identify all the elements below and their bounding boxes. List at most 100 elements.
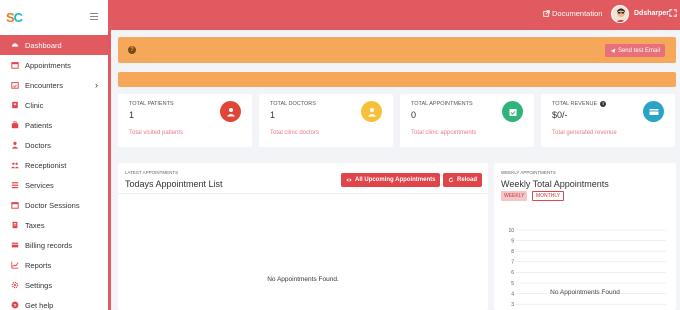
- chart-icon: [10, 261, 19, 270]
- send-test-email-button[interactable]: Send test Email: [604, 44, 665, 57]
- sidebar-item-patients[interactable]: Patients: [0, 115, 108, 135]
- stat-value: 1: [129, 110, 135, 120]
- latest-appointments-label: LATEST APPOINTMENTS: [125, 170, 179, 175]
- stat-label: TOTAL REVENUE i: [552, 101, 607, 107]
- sidebar-nav: Dashboard Appointments Encounters › Clinic Pa…: [0, 35, 108, 310]
- logo[interactable]: S C: [0, 0, 108, 35]
- sidebar-item-receptionist[interactable]: Receptionist: [0, 155, 108, 175]
- sidebar-item-taxes[interactable]: Taxes: [0, 215, 108, 235]
- stat-value: 1: [270, 110, 276, 120]
- calendar-icon: [10, 201, 19, 210]
- y-tick-label: 9: [511, 238, 514, 244]
- sidebar-item-dashboard[interactable]: Dashboard: [0, 35, 108, 55]
- sidebar: S C Dashboard Appointments Encounters › Clin…: [0, 0, 111, 310]
- user-name[interactable]: Ddsharper: [634, 10, 669, 17]
- sidebar-item-doctor-sessions[interactable]: Doctor Sessions: [0, 195, 108, 215]
- logo-letter-s: S: [6, 10, 15, 25]
- info-icon[interactable]: i: [600, 101, 607, 107]
- y-tick-label: 10: [508, 228, 514, 234]
- stat-subtext: Total visited patients: [129, 130, 184, 136]
- sidebar-item-appointments[interactable]: Appointments: [0, 55, 108, 75]
- sidebar-item-encounters[interactable]: Encounters ›: [0, 75, 108, 95]
- appointment-list-panel: LATEST APPOINTMENTS Todays Appointment L…: [118, 163, 488, 310]
- sidebar-item-clinic[interactable]: Clinic: [0, 95, 108, 115]
- paper-plane-icon: [610, 48, 616, 53]
- sidebar-item-reports[interactable]: Reports: [0, 255, 108, 275]
- chart-empty-message: No Appointments Found: [550, 289, 620, 296]
- stat-subtext: Total generated revenue: [552, 130, 617, 136]
- reload-button[interactable]: Reload: [443, 173, 483, 187]
- question-icon: ?: [128, 46, 136, 54]
- dashboard-icon: [10, 41, 19, 50]
- sidebar-item-label: Services: [25, 180, 54, 190]
- calendar-check-icon: [10, 81, 19, 90]
- calendar-icon: [10, 61, 19, 70]
- sidebar-item-settings[interactable]: Settings: [0, 275, 108, 295]
- sidebar-item-label: Dashboard: [25, 40, 62, 50]
- sidebar-item-label: Patients: [25, 120, 53, 130]
- sidebar-item-label: Taxes: [25, 220, 45, 230]
- help-icon: ?: [10, 301, 19, 310]
- total-appointments-card: TOTAL APPOINTMENTS 0 Total clinic appointm…: [400, 94, 534, 147]
- svg-text:?: ?: [13, 303, 16, 309]
- sidebar-item-label: Encounters: [25, 80, 63, 90]
- sidebar-item-label: Get help: [25, 300, 54, 310]
- sidebar-item-services[interactable]: Services: [0, 175, 108, 195]
- sidebar-item-label: Billing records: [25, 240, 73, 250]
- hospital-icon: [10, 101, 19, 110]
- documentation-link[interactable]: Documentation: [543, 9, 602, 18]
- all-upcoming-appointments-label: All Upcoming Appointments: [355, 177, 436, 183]
- all-upcoming-appointments-button[interactable]: All Upcoming Appointments: [341, 173, 441, 187]
- total-doctors-card: TOTAL DOCTORS 1 Total clinic doctors: [259, 94, 393, 147]
- users-icon: [10, 161, 19, 170]
- appointment-list-title: Todays Appointment List: [125, 179, 223, 189]
- sidebar-item-doctors[interactable]: Doctors: [0, 135, 108, 155]
- sidebar-item-label: Appointments: [25, 60, 71, 70]
- sidebar-item-label: Doctors: [25, 140, 51, 150]
- stat-label: TOTAL APPOINTMENTS: [411, 101, 473, 107]
- external-link-icon: [543, 10, 550, 17]
- no-appointments-message: No Appointments Found.: [267, 276, 339, 283]
- send-test-email-label: Send test Email: [617, 47, 660, 54]
- documentation-label: Documentation: [552, 9, 603, 18]
- chevron-right-icon: ›: [95, 80, 98, 90]
- avatar[interactable]: [611, 5, 629, 23]
- y-tick-label: 6: [511, 270, 514, 276]
- top-bar: Documentation Ddsharper: [111, 0, 680, 30]
- weekly-chart: 109876543: [508, 228, 666, 308]
- stat-label-text: TOTAL PATIENTS: [129, 101, 174, 107]
- appointments-icon: [502, 101, 523, 122]
- warning-alert: ? Send test Email: [118, 37, 676, 63]
- reload-label: Reload: [457, 177, 478, 183]
- stat-label: TOTAL DOCTORS: [270, 101, 316, 107]
- weekly-appointments-panel: WEEKLY APPOINTMENTS Weekly Total Appoint…: [494, 163, 676, 310]
- tab-weekly[interactable]: WEEKLY: [501, 191, 528, 201]
- sidebar-item-label: Reports: [25, 260, 52, 270]
- doctor-icon: [10, 141, 19, 150]
- y-tick-label: 8: [511, 249, 514, 255]
- total-patients-card: TOTAL PATIENTS 1 Total visited patients: [118, 94, 252, 147]
- weekly-appointments-label: WEEKLY APPOINTMENTS: [501, 170, 556, 175]
- divider: [118, 193, 488, 194]
- sidebar-item-label: Receptionist: [25, 160, 67, 170]
- warning-banner: [118, 72, 676, 87]
- sidebar-item-get-help[interactable]: ? Get help: [0, 295, 108, 310]
- y-tick-label: 7: [511, 260, 514, 266]
- eye-icon: [346, 178, 352, 182]
- y-tick-label: 5: [511, 281, 514, 287]
- gear-icon: [10, 281, 19, 290]
- stat-label: TOTAL PATIENTS: [129, 101, 174, 107]
- stat-value: $0/-: [552, 110, 568, 120]
- billing-icon: [10, 241, 19, 250]
- total-revenue-card: TOTAL REVENUE i $0/- Total generated revenu…: [541, 94, 675, 147]
- sidebar-item-label: Doctor Sessions: [25, 200, 80, 210]
- revenue-icon: [643, 101, 664, 122]
- stat-label-text: TOTAL REVENUE: [552, 101, 598, 107]
- stat-subtext: Total clinic doctors: [270, 130, 320, 136]
- y-tick-label: 3: [511, 302, 514, 308]
- menu-toggle-icon[interactable]: [90, 13, 98, 22]
- sidebar-item-billing-records[interactable]: Billing records: [0, 235, 108, 255]
- stat-label-text: TOTAL APPOINTMENTS: [411, 101, 473, 107]
- tab-monthly[interactable]: MONTHLY: [532, 191, 565, 201]
- fullscreen-icon[interactable]: [669, 9, 677, 17]
